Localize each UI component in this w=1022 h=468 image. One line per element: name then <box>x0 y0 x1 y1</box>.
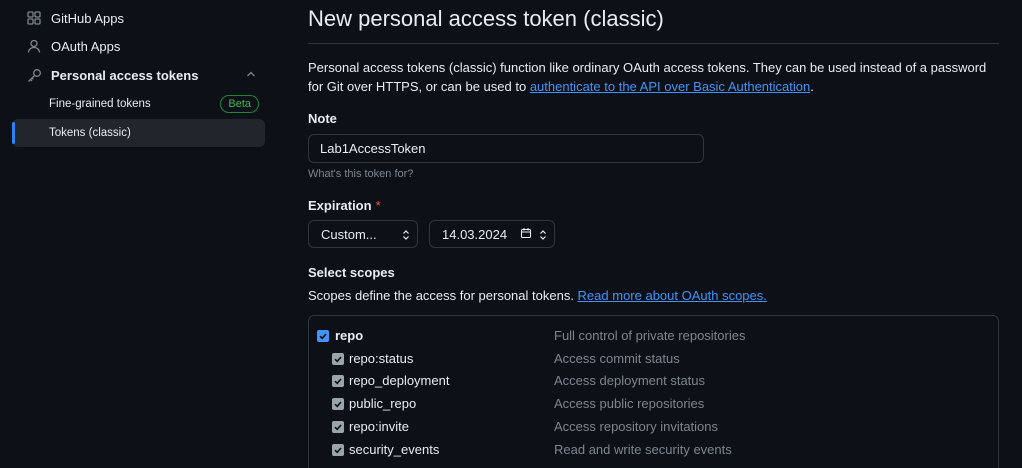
expiration-label-text: Expiration <box>308 198 372 213</box>
expiration-label: Expiration * <box>308 198 381 213</box>
expiration-select-value: Custom... <box>321 226 377 242</box>
scope-name: repo:invite <box>349 419 409 434</box>
divider <box>308 43 999 44</box>
beta-badge: Beta <box>220 95 259 113</box>
sidebar-item-label: Personal access tokens <box>51 67 199 83</box>
calendar-icon[interactable] <box>520 227 532 242</box>
sidebar-item-label: Tokens (classic) <box>49 127 131 139</box>
scopes-description-text: Scopes define the access for personal to… <box>308 288 578 303</box>
active-indicator <box>12 122 15 144</box>
note-hint: What's this token for? <box>308 168 414 180</box>
sidebar-item-personal-access-tokens[interactable]: Personal access tokens <box>12 61 265 89</box>
scopes-description: Scopes define the access for personal to… <box>308 288 767 303</box>
person-icon <box>26 38 42 54</box>
scope-row-repo-status[interactable]: repo:status Access commit status <box>309 349 1000 369</box>
scope-name: repo_deployment <box>349 373 450 388</box>
scope-checkbox[interactable] <box>332 353 344 365</box>
scope-checkbox[interactable] <box>317 330 329 342</box>
scope-description: Access repository invitations <box>554 419 719 434</box>
sidebar-item-oauth-apps[interactable]: OAuth Apps <box>12 32 265 60</box>
sidebar-item-github-apps[interactable]: GitHub Apps <box>12 4 265 32</box>
page-title: New personal access token (classic) <box>308 6 664 31</box>
expiration-date-value: 14.03.2024 <box>442 226 508 242</box>
basic-auth-link[interactable]: authenticate to the API over Basic Authe… <box>530 79 810 94</box>
page-description: Personal access tokens (classic) functio… <box>308 58 999 96</box>
expiration-date-input[interactable]: 14.03.2024 <box>429 220 555 248</box>
scope-name: security_events <box>349 442 440 457</box>
scope-row-repo-invite[interactable]: repo:invite Access repository invitation… <box>309 417 1000 437</box>
scope-row-repo[interactable]: repo Full control of private repositorie… <box>309 326 1000 346</box>
scope-row-public-repo[interactable]: public_repo Access public repositories <box>309 394 1000 414</box>
scope-checkbox[interactable] <box>332 398 344 410</box>
settings-sidebar: GitHub Apps OAuth Apps Personal access t… <box>0 0 275 468</box>
description-end: . <box>810 79 814 94</box>
oauth-scopes-link[interactable]: Read more about OAuth scopes. <box>578 288 767 303</box>
scope-row-security-events[interactable]: security_events Read and write security … <box>309 440 1000 460</box>
chevron-up-icon[interactable] <box>245 68 257 83</box>
scope-name: repo <box>335 328 364 343</box>
key-icon <box>26 67 42 83</box>
scope-name: public_repo <box>349 396 417 411</box>
sidebar-item-tokens-classic[interactable]: Tokens (classic) <box>12 119 265 147</box>
note-label: Note <box>308 111 337 126</box>
note-input[interactable] <box>308 134 704 163</box>
expiration-select[interactable]: Custom... <box>308 220 418 248</box>
select-arrows-icon <box>538 228 548 245</box>
select-arrows-icon <box>401 228 411 245</box>
scope-description: Full control of private repositories <box>554 328 746 343</box>
scope-row-repo-deployment[interactable]: repo_deployment Access deployment status <box>309 371 1000 391</box>
apps-grid-icon <box>26 10 42 26</box>
scope-name: repo:status <box>349 351 414 366</box>
required-mark: * <box>375 198 381 213</box>
scope-description: Read and write security events <box>554 442 732 457</box>
scope-checkbox[interactable] <box>332 444 344 456</box>
sidebar-item-label: OAuth Apps <box>51 38 121 54</box>
sidebar-item-label: GitHub Apps <box>51 10 124 26</box>
scope-description: Access public repositories <box>554 396 705 411</box>
scope-description: Access commit status <box>554 351 680 366</box>
scope-checkbox[interactable] <box>332 421 344 433</box>
scopes-list: repo Full control of private repositorie… <box>308 315 999 468</box>
scope-checkbox[interactable] <box>332 375 344 387</box>
scopes-label: Select scopes <box>308 265 395 280</box>
sidebar-item-fine-grained-tokens[interactable]: Fine-grained tokens Beta <box>12 90 265 118</box>
sidebar-item-label: Fine-grained tokens <box>49 98 151 110</box>
scope-description: Access deployment status <box>554 373 706 388</box>
